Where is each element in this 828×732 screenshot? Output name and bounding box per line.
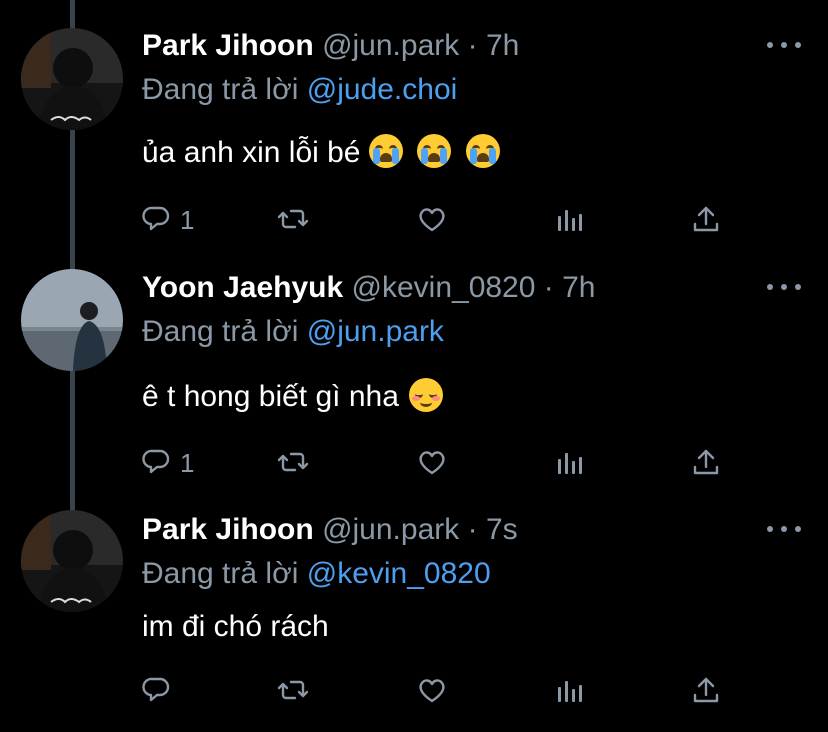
separator-dot: · — [467, 513, 478, 546]
share-button[interactable] — [690, 443, 722, 483]
reply-icon — [142, 449, 170, 474]
reply-prefix: Đang trả lời — [142, 315, 299, 348]
analytics-button[interactable] — [554, 671, 586, 711]
display-name[interactable]: Park Jihoon — [142, 513, 314, 546]
mention-link[interactable]: @jun.park — [307, 315, 444, 348]
reply-prefix: Đang trả lời — [142, 73, 299, 106]
mention-link[interactable]: @kevin_0820 — [307, 557, 491, 590]
smiling-face-icon — [409, 378, 444, 412]
user-handle[interactable]: @jun.park — [322, 513, 459, 546]
avatar[interactable] — [21, 269, 123, 371]
analytics-icon — [558, 453, 582, 474]
more-horizontal-icon[interactable] — [764, 514, 804, 544]
reply-button[interactable] — [142, 671, 180, 711]
avatar[interactable] — [21, 510, 123, 612]
reply-button[interactable]: 1 — [142, 443, 194, 483]
tweet-text: im đi chó rách — [142, 608, 329, 646]
tweet-text-content: ủa anh xin lỗi bé — [142, 136, 361, 169]
reply-icon — [142, 206, 170, 231]
like-button[interactable] — [416, 443, 448, 483]
retweet-button[interactable] — [277, 443, 309, 483]
loudly-crying-face-icon — [465, 134, 500, 168]
mention-link[interactable]: @jude.choi — [307, 73, 458, 106]
reply-count: 1 — [180, 447, 195, 478]
reply-button[interactable]: 1 — [142, 200, 194, 240]
like-button[interactable] — [416, 200, 448, 240]
share-icon — [693, 677, 719, 703]
tweet-actions: 1 — [142, 200, 742, 240]
user-handle[interactable]: @kevin_0820 — [352, 271, 536, 304]
tweet[interactable]: Park Jihoon @jun.park · 7h Đang trả lời … — [0, 0, 828, 250]
tweet-text-content: ê t hong biết gì nha — [142, 380, 399, 413]
tweet[interactable]: Park Jihoon @jun.park · 7s Đang trả lời … — [0, 486, 828, 732]
analytics-button[interactable] — [554, 200, 586, 240]
analytics-icon — [558, 681, 582, 702]
tweet-header: Park Jihoon @jun.park · 7h — [142, 28, 519, 64]
tweet-actions — [142, 671, 742, 711]
avatar[interactable] — [21, 28, 123, 130]
more-horizontal-icon[interactable] — [764, 272, 804, 302]
heart-icon — [419, 208, 445, 232]
more-horizontal-icon[interactable] — [764, 30, 804, 60]
display-name[interactable]: Yoon Jaehyuk — [142, 271, 343, 304]
separator-dot: · — [543, 271, 554, 304]
heart-icon — [419, 451, 445, 475]
share-button[interactable] — [690, 671, 722, 711]
like-button[interactable] — [416, 671, 448, 711]
tweet-header: Park Jihoon @jun.park · 7s — [142, 512, 518, 548]
heart-icon — [419, 679, 445, 703]
share-icon — [693, 449, 719, 475]
tweet-header: Yoon Jaehyuk @kevin_0820 · 7h — [142, 270, 596, 306]
loudly-crying-face-icon — [417, 134, 452, 168]
timestamp[interactable]: 7h — [562, 271, 595, 304]
display-name[interactable]: Park Jihoon — [142, 29, 314, 62]
retweet-button[interactable] — [277, 200, 309, 240]
retweet-button[interactable] — [277, 671, 309, 711]
tweet-text-content: im đi chó rách — [142, 610, 329, 643]
replying-to: Đang trả lời @jude.choi — [142, 72, 457, 108]
replying-to: Đang trả lời @kevin_0820 — [142, 556, 491, 592]
analytics-button[interactable] — [554, 443, 586, 483]
replying-to: Đang trả lời @jun.park — [142, 314, 444, 350]
tweet-text: ê t hong biết gì nha — [142, 378, 444, 416]
share-icon — [693, 206, 719, 232]
retweet-icon — [277, 452, 309, 472]
retweet-icon — [277, 209, 309, 229]
retweet-icon — [277, 680, 309, 700]
tweet[interactable]: Yoon Jaehyuk @kevin_0820 · 7h Đang trả l… — [0, 242, 828, 492]
analytics-icon — [558, 210, 582, 231]
loudly-crying-face-icon — [368, 134, 403, 168]
user-handle[interactable]: @jun.park — [322, 29, 459, 62]
timestamp[interactable]: 7h — [486, 29, 519, 62]
separator-dot: · — [467, 29, 478, 62]
reply-count: 1 — [180, 204, 195, 235]
share-button[interactable] — [690, 200, 722, 240]
tweet-text: ủa anh xin lỗi bé — [142, 134, 500, 172]
tweet-actions: 1 — [142, 443, 742, 483]
reply-prefix: Đang trả lời — [142, 557, 299, 590]
reply-icon — [142, 677, 170, 702]
timestamp[interactable]: 7s — [486, 513, 518, 546]
